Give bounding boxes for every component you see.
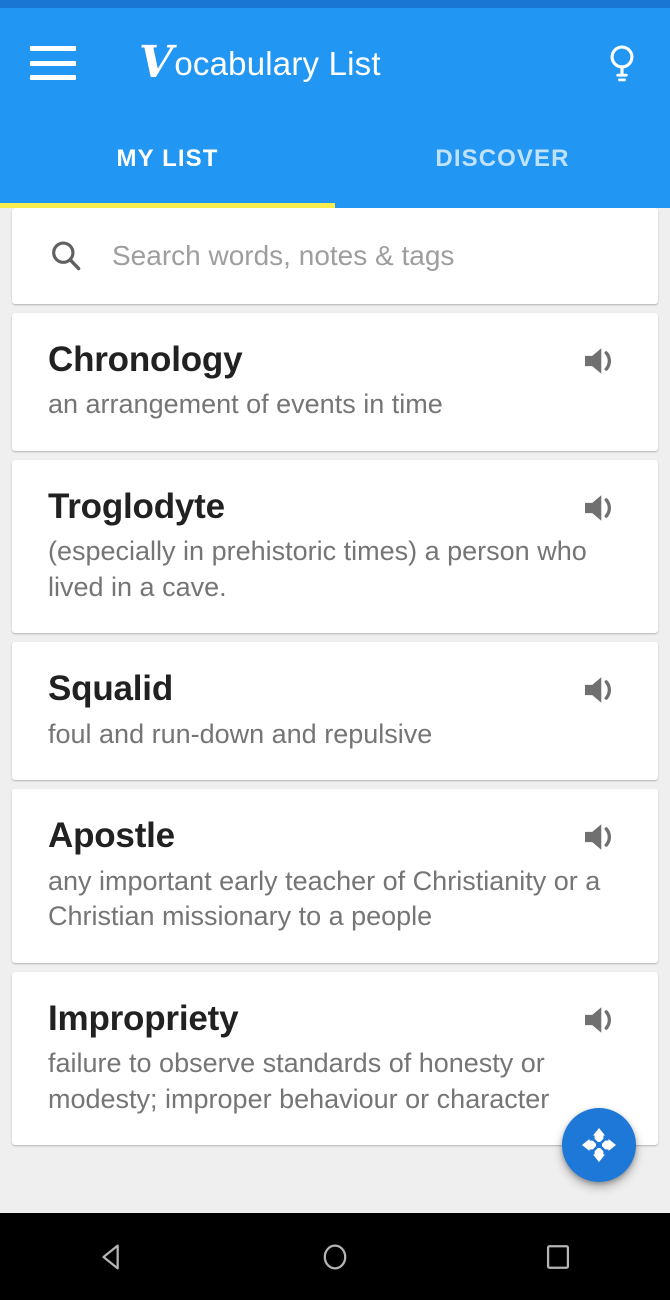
triangle-back-icon[interactable] bbox=[0, 1240, 223, 1274]
word-title: Squalid bbox=[48, 669, 173, 709]
scatter-expand-icon bbox=[582, 1128, 616, 1162]
app-root: Vocabulary List MY LIST DISCOVER Search … bbox=[0, 0, 670, 1300]
volume-up-icon[interactable] bbox=[582, 345, 620, 377]
status-bar bbox=[0, 0, 670, 8]
search-icon bbox=[48, 238, 84, 274]
word-card[interactable]: Squalid foul and run-down and repulsive bbox=[12, 642, 658, 781]
word-definition: foul and run-down and repulsive bbox=[48, 718, 433, 749]
title-rest: ocabulary List bbox=[174, 45, 381, 82]
title-initial: V bbox=[139, 37, 174, 88]
word-header-row: Impropriety bbox=[48, 998, 622, 1039]
word-title: Apostle bbox=[48, 816, 175, 856]
volume-up-icon[interactable] bbox=[582, 1004, 620, 1036]
search-input[interactable]: Search words, notes & tags bbox=[112, 240, 454, 272]
word-definition: an arrangement of events in time bbox=[48, 389, 443, 420]
word-title: Troglodyte bbox=[48, 486, 225, 526]
volume-up-icon[interactable] bbox=[582, 492, 620, 524]
volume-up-icon[interactable] bbox=[582, 674, 620, 706]
scatter-expand-fab[interactable] bbox=[562, 1108, 636, 1182]
lightbulb-icon[interactable] bbox=[600, 41, 644, 85]
word-header-row: Troglodyte bbox=[48, 486, 622, 527]
word-definition: any important early teacher of Christian… bbox=[48, 865, 601, 932]
word-card[interactable]: Apostle any important early teacher of C… bbox=[12, 789, 658, 963]
word-card[interactable]: Impropriety failure to observe standards… bbox=[12, 971, 658, 1146]
tab-discover-label: DISCOVER bbox=[435, 145, 570, 172]
menu-line-2 bbox=[30, 60, 76, 66]
tab-discover[interactable]: DISCOVER bbox=[335, 118, 670, 208]
menu-line-1 bbox=[30, 46, 76, 51]
word-card[interactable]: Chronology an arrangement of events in t… bbox=[12, 313, 658, 451]
word-header-row: Chronology bbox=[48, 339, 622, 380]
app-bar: Vocabulary List bbox=[0, 8, 670, 118]
word-card[interactable]: Troglodyte (especially in prehistoric ti… bbox=[12, 459, 658, 634]
word-list-container[interactable]: Search words, notes & tags Chronology an… bbox=[0, 208, 670, 1213]
square-recents-icon[interactable] bbox=[447, 1240, 670, 1274]
volume-up-icon[interactable] bbox=[582, 821, 620, 853]
menu-line-3 bbox=[30, 75, 76, 80]
tab-bar: MY LIST DISCOVER bbox=[0, 118, 670, 208]
hamburger-menu-icon[interactable] bbox=[30, 46, 76, 80]
tab-my-list[interactable]: MY LIST bbox=[0, 118, 335, 208]
tab-my-list-label: MY LIST bbox=[116, 145, 219, 172]
word-title: Chronology bbox=[48, 340, 243, 379]
word-header-row: Apostle bbox=[48, 815, 622, 856]
circle-home-icon[interactable] bbox=[223, 1240, 446, 1274]
word-title: Impropriety bbox=[48, 998, 239, 1038]
word-definition: failure to observe standards of honesty … bbox=[48, 1048, 550, 1114]
word-header-row: Squalid bbox=[48, 668, 622, 709]
search-bar[interactable]: Search words, notes & tags bbox=[12, 208, 658, 304]
page-title: Vocabulary List bbox=[139, 37, 381, 88]
word-definition: (especially in prehistoric times) a pers… bbox=[48, 536, 587, 602]
android-navigation-bar bbox=[0, 1213, 670, 1300]
